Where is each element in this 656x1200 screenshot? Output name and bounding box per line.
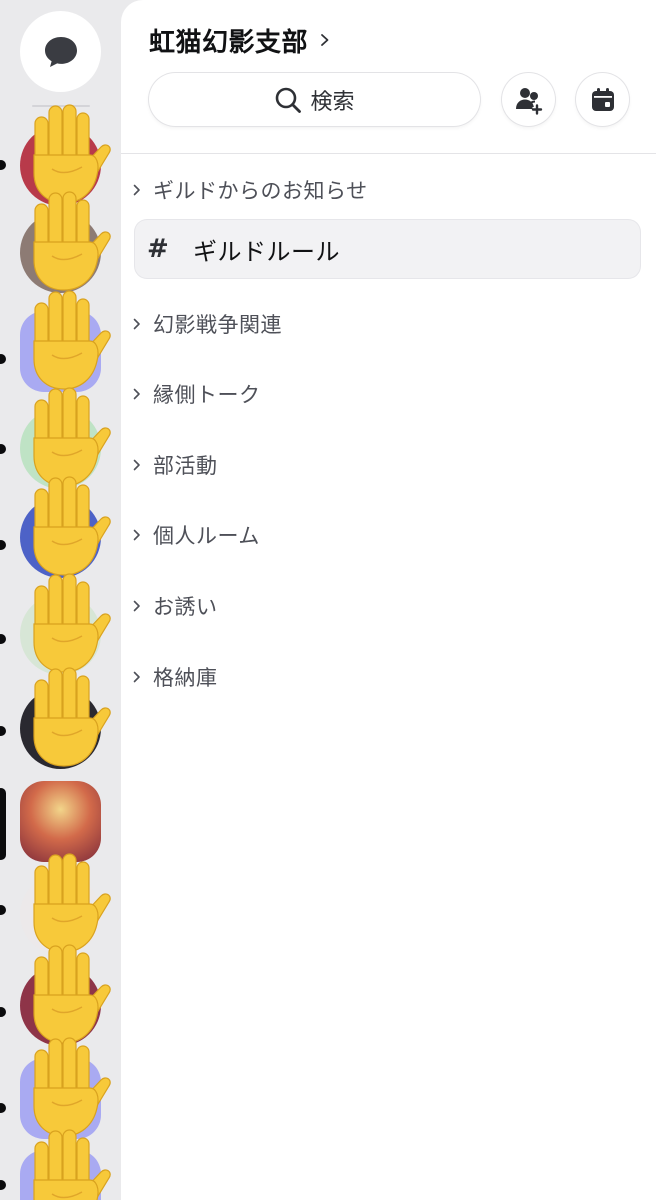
category-label: 幻影戦争関連 xyxy=(153,313,282,337)
unread-indicator xyxy=(0,1007,6,1017)
calendar-icon xyxy=(591,87,614,111)
chevron-right-icon xyxy=(133,318,140,330)
guild-header[interactable]: 虹猫幻影支部 xyxy=(149,22,332,58)
unread-indicator xyxy=(0,160,6,170)
unread-indicator xyxy=(0,634,6,644)
category-6[interactable]: お誘い xyxy=(131,589,218,623)
direct-messages-button[interactable] xyxy=(20,11,101,92)
chevron-right-icon xyxy=(133,671,140,683)
raised-hand-emoji-icon xyxy=(33,667,111,767)
category-label: 個人ルーム xyxy=(153,524,260,548)
unread-indicator xyxy=(0,905,6,915)
channel-guild-rules[interactable]: # ギルドルール xyxy=(135,220,640,278)
server-icon-7[interactable] xyxy=(20,667,111,769)
invite-button[interactable] xyxy=(502,73,555,126)
category-label: 格納庫 xyxy=(153,666,218,690)
server-icon-6[interactable] xyxy=(20,573,111,675)
server-rail xyxy=(0,0,121,1200)
category-label: 部活動 xyxy=(153,454,218,478)
raised-hand-emoji-icon xyxy=(33,1129,111,1200)
chevron-right-icon xyxy=(133,184,140,196)
category-label: 縁側トーク xyxy=(153,383,261,407)
category-4[interactable]: 部活動 xyxy=(131,448,218,482)
raised-hand-emoji-icon xyxy=(33,573,111,673)
server-icon-5[interactable] xyxy=(20,476,111,578)
search-label: 検索 xyxy=(310,89,355,115)
header-divider xyxy=(121,153,656,154)
raised-hand-emoji-icon xyxy=(33,944,111,1044)
chevron-right-icon xyxy=(133,388,140,400)
server-avatar xyxy=(20,781,101,862)
raised-hand-emoji-icon xyxy=(33,1037,111,1137)
category-7[interactable]: 格納庫 xyxy=(131,660,218,694)
add-member-icon xyxy=(515,87,542,115)
chevron-right-icon xyxy=(133,600,140,612)
channel-name: ギルドルール xyxy=(193,237,340,266)
chevron-right-icon xyxy=(321,34,329,46)
category-1[interactable]: ギルドからのお知らせ xyxy=(131,173,368,207)
server-icon-2[interactable] xyxy=(20,191,111,293)
selected-server-indicator xyxy=(0,788,6,860)
guild-name: 虹猫幻影支部 xyxy=(149,27,309,58)
category-label: ギルドからのお知らせ xyxy=(153,179,368,203)
raised-hand-emoji-icon xyxy=(33,853,111,953)
chevron-right-icon xyxy=(133,459,140,471)
unread-indicator xyxy=(0,1180,6,1190)
category-label: お誘い xyxy=(153,595,218,619)
raised-hand-emoji-icon xyxy=(33,191,111,291)
unread-indicator xyxy=(0,726,6,736)
channel-panel: 虹猫幻影支部 検索 ギルドからのお知らせ 幻影戦争関連縁側トーク 部活動 個人ル… xyxy=(121,0,656,1200)
unread-indicator xyxy=(0,540,6,550)
events-button[interactable] xyxy=(576,73,629,126)
search-button[interactable]: 検索 xyxy=(149,73,480,126)
server-icon-8[interactable] xyxy=(20,781,101,862)
category-3[interactable]: 縁側トーク xyxy=(131,377,261,411)
server-icon-11[interactable] xyxy=(20,1037,111,1139)
server-icon-3[interactable] xyxy=(20,290,111,392)
search-icon xyxy=(276,87,302,113)
category-5[interactable]: 個人ルーム xyxy=(131,518,260,552)
raised-hand-emoji-icon xyxy=(33,290,111,390)
hashtag-icon: # xyxy=(147,234,169,264)
unread-indicator xyxy=(0,354,6,364)
chevron-right-icon xyxy=(133,529,140,541)
speech-bubble-icon xyxy=(44,36,77,67)
category-2[interactable]: 幻影戦争関連 xyxy=(131,307,282,341)
raised-hand-emoji-icon xyxy=(33,476,111,576)
unread-indicator xyxy=(0,444,6,454)
server-icon-10[interactable] xyxy=(20,944,111,1046)
server-icon-12[interactable] xyxy=(20,1129,111,1200)
unread-indicator xyxy=(0,1103,6,1113)
